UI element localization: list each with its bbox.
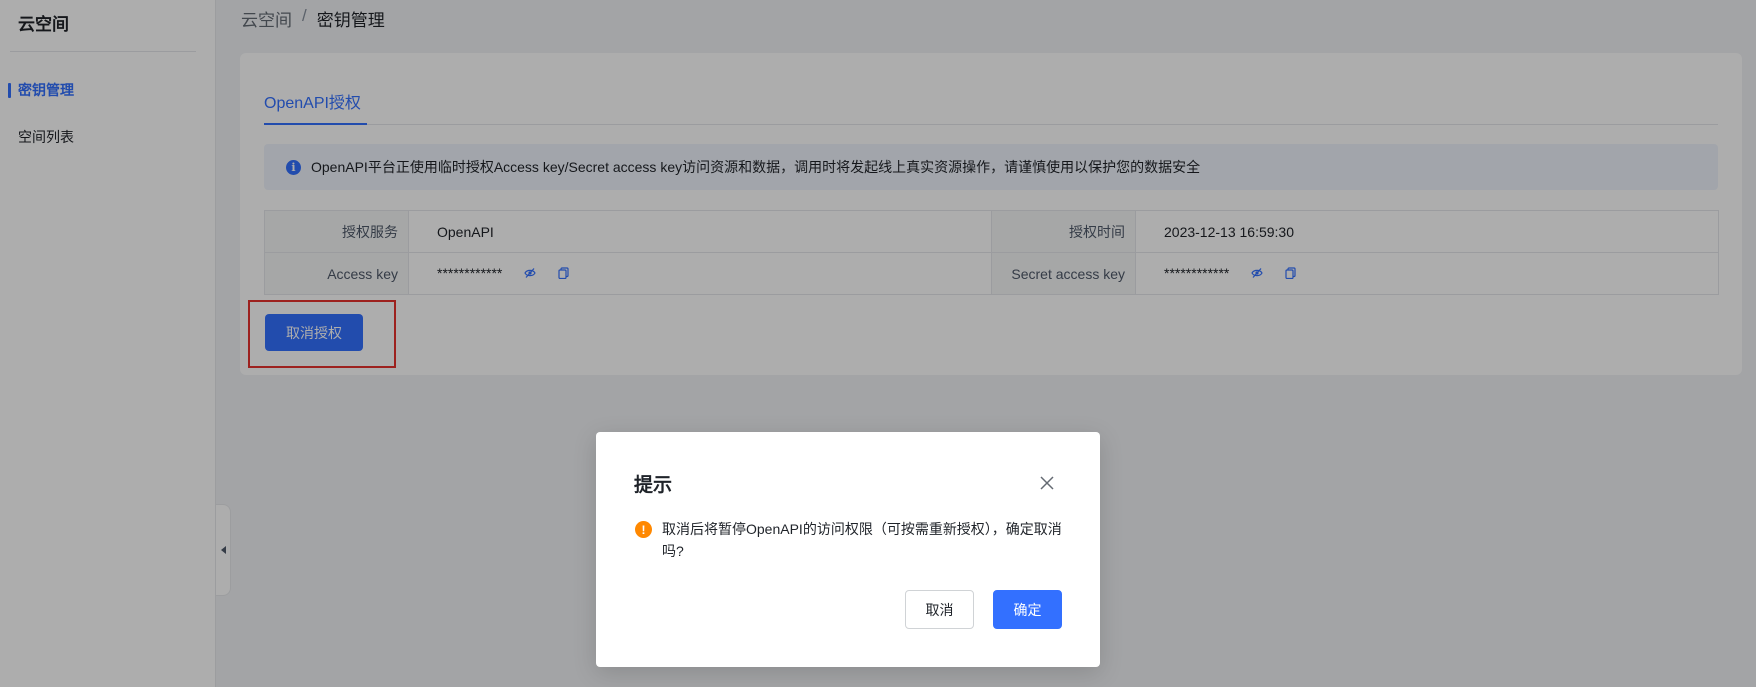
warning-icon: ! — [635, 521, 652, 538]
dialog-message: 取消后将暂停OpenAPI的访问权限（可按需重新授权），确定取消吗? — [662, 521, 1062, 559]
confirm-button[interactable]: 确定 — [993, 590, 1062, 629]
confirm-dialog: 提示 ! 取消后将暂停OpenAPI的访问权限（可按需重新授权），确定取消吗? … — [596, 432, 1100, 667]
cancel-button[interactable]: 取消 — [905, 590, 974, 629]
dialog-title: 提示 — [634, 475, 673, 496]
close-icon[interactable] — [1036, 472, 1058, 494]
dialog-footer: 取消 确定 — [905, 590, 1062, 629]
dialog-body: ! 取消后将暂停OpenAPI的访问权限（可按需重新授权），确定取消吗? — [635, 518, 1065, 562]
